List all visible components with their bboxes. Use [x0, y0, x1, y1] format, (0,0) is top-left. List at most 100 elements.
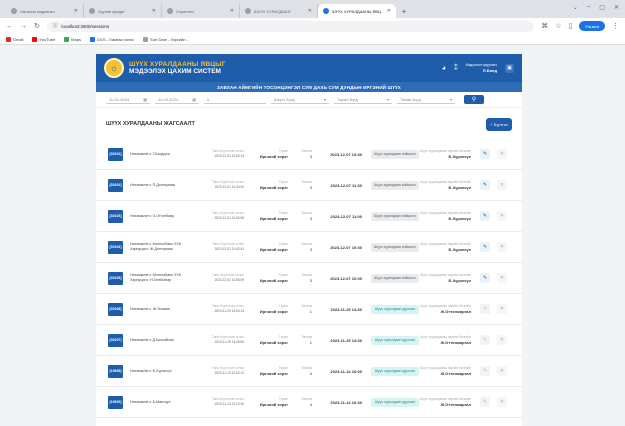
judge-select[interactable]: Шүүгч Бүгд ▾	[271, 95, 329, 104]
edit-icon[interactable]: ✎	[480, 366, 490, 376]
table-row[interactable]: [30107] Нэхэмжлэгч: Д.Батсайхан Таны бүр…	[96, 325, 522, 356]
date-to-input[interactable]: 11-03-2024 ▦	[155, 95, 199, 104]
delete-icon[interactable]: ✕	[497, 366, 507, 376]
delete-icon[interactable]: ✕	[497, 242, 507, 252]
close-icon[interactable]: ✕	[152, 8, 156, 14]
profile-button[interactable]: Paused	[579, 21, 605, 31]
close-icon[interactable]: ✕	[230, 8, 234, 14]
case-id-badge[interactable]: [19928]	[108, 364, 123, 378]
menu-icon[interactable]: ⋮	[612, 22, 619, 30]
status-badge: Шүүх хуралдаан хойшлох	[371, 211, 419, 221]
translate-icon[interactable]: ⌘	[541, 22, 548, 30]
delete-icon[interactable]: ✕	[497, 180, 507, 190]
status-select[interactable]: Төлөв Бүгд ▾	[397, 95, 455, 104]
case-type: Төрөл Иргэний хэрэг	[259, 397, 288, 407]
party-names: Нэхэмжлэгч: Д.Батсайхан	[130, 337, 174, 342]
case-id-badge[interactable]: [30103]	[108, 209, 123, 223]
browser-tab[interactable]: Хуучин кредит ✕	[84, 4, 162, 18]
row-actions: ✎ ✕	[480, 149, 507, 159]
id-search-input[interactable]: #	[204, 95, 266, 104]
bookmark-gmail[interactable]: Gmail	[6, 36, 23, 42]
case-id-badge[interactable]: [30101]	[108, 147, 123, 161]
maximize-icon[interactable]: ▢	[599, 4, 605, 11]
registered-date: Таны бүртгэсэн огноо 2023-12-01 11:34:56	[211, 211, 244, 220]
bookmark-youtube[interactable]: YouTube	[32, 36, 55, 42]
url-text: localhost:3000/sessions	[61, 23, 110, 29]
edit-icon[interactable]: ✎	[480, 180, 490, 190]
edit-icon[interactable]: ✎	[480, 335, 490, 345]
court-logo-icon[interactable]: ☼	[104, 58, 124, 78]
table-row[interactable]: [30106] Нэхэмжлэгч: Ж.Энхжин Таны бүртгэ…	[96, 294, 522, 325]
calendar-icon[interactable]: ▦	[192, 97, 196, 102]
minimize-icon[interactable]: –	[587, 4, 590, 11]
secretary: Шүүх хуралдааны нарийн бичгийн Б.Хүрэлсү…	[420, 149, 471, 159]
table-row[interactable]: [19928] Нэхэмжлэгч: Б.Хүрэлсүх Таны бүрт…	[96, 356, 522, 387]
back-icon[interactable]: ←	[6, 23, 13, 30]
case-id-badge[interactable]: [30105]	[108, 271, 123, 285]
user-info[interactable]: Мэдээлэл оруулагч П.Болд	[466, 63, 497, 73]
case-type: Төрөл Иргэний хэрэг	[259, 211, 288, 221]
close-icon[interactable]: ✕	[74, 8, 78, 14]
case-id-badge[interactable]: [30106]	[108, 302, 123, 316]
edit-icon[interactable]: ✎	[480, 397, 490, 407]
favicon-icon	[89, 8, 95, 14]
row-actions: ✎ ✕	[480, 180, 507, 190]
case-id-badge[interactable]: [30107]	[108, 333, 123, 347]
type-select[interactable]: Төрөл Бүгд ▾	[334, 95, 392, 104]
search-button[interactable]: ⚲	[464, 95, 484, 104]
delete-icon[interactable]: ✕	[497, 397, 507, 407]
registered-date: Таны бүртгэсэн огноо 2023-12-01 11:30:20	[211, 180, 244, 189]
delete-icon[interactable]: ✕	[497, 335, 507, 345]
session-datetime: 2023-11-29 14:30	[330, 306, 362, 312]
youtube-icon	[32, 36, 38, 42]
bookmark-maps[interactable]: Maps	[64, 36, 81, 42]
reload-icon[interactable]: ↻	[34, 22, 40, 30]
chevron-down-icon: ▾	[323, 96, 326, 102]
case-id-badge[interactable]: [30102]	[108, 178, 123, 192]
close-icon[interactable]: ✕	[387, 8, 391, 14]
browser-tab[interactable]: Хэрэглэгч ✕	[162, 4, 240, 18]
table-row[interactable]: [30102] Нэхэмжлэгч: П.Долгормаа Таны бүр…	[96, 170, 522, 201]
case-id-badge[interactable]: [30104]	[108, 240, 123, 254]
status-badge: Шүүх хуралдаан хойшлох	[371, 242, 419, 252]
hall-number: Танхим 3	[301, 242, 312, 252]
edit-icon[interactable]: ✎	[480, 242, 490, 252]
bookmark-sort[interactable]: Sort Date - Хэргийн...	[143, 36, 189, 42]
sidepanel-icon[interactable]: ▯	[569, 22, 573, 30]
secretary: Шүүх хуралдааны нарийн бичгийн Ж.Оттонжа…	[420, 366, 471, 376]
forward-icon[interactable]: →	[20, 23, 27, 30]
row-actions: ✎ ✕	[480, 273, 507, 283]
chevron-down-icon[interactable]: ⌄	[573, 4, 578, 11]
edit-icon[interactable]: ✎	[480, 149, 490, 159]
new-tab-button[interactable]: +	[398, 5, 410, 17]
delete-icon[interactable]: ✕	[497, 273, 507, 283]
browser-tab[interactable]: Чатасын мэдээлэл ✕	[6, 4, 84, 18]
close-window-icon[interactable]: ✕	[614, 4, 619, 11]
browser-tab-active[interactable]: ШҮҮХ ХУРАЛДААНЫ ЯВЦ ✕	[318, 4, 396, 18]
table-row[interactable]: [19929] Нэхэмжлэгч: Б.Мөнхзул Таны бүртг…	[96, 387, 522, 418]
table-row[interactable]: [30103] Нэхэмжлэгч: Ч.Отгонбаяр Таны бүр…	[96, 201, 522, 232]
case-id-badge[interactable]: [19929]	[108, 395, 123, 409]
add-session-button[interactable]: + Бүртгэх	[486, 117, 512, 131]
table-row[interactable]: [30105] Нэхэмжлэгч: Монголбанк ХХК Хариу…	[96, 263, 522, 294]
date-from-input[interactable]: 11-01-2024 ▦	[106, 95, 150, 104]
info-icon[interactable]: ⓘ	[53, 23, 58, 29]
user-menu-icon[interactable]: ▣	[505, 63, 514, 73]
browser-tab[interactable]: ШУУХ ХУРАЛДААН ✕	[240, 4, 318, 18]
bookmark-dgs[interactable]: DGS - Хамгаа хэлэх	[89, 36, 134, 42]
table-row[interactable]: [30104] Нэхэмжлэгч: Монголбанк ХХК Хариу…	[96, 232, 522, 263]
address-bar[interactable]: ⓘ localhost:3000/sessions	[46, 20, 535, 32]
hall-number: Танхим 3	[301, 149, 312, 159]
calendar-icon[interactable]: ▦	[143, 97, 147, 102]
delete-icon[interactable]: ✕	[497, 211, 507, 221]
bell-icon[interactable]: ⁑	[454, 64, 458, 72]
close-icon[interactable]: ✕	[308, 8, 312, 14]
edit-icon[interactable]: ✎	[480, 304, 490, 314]
table-row[interactable]: [30101] Нэхэмжлэгч: Г.Батдорж Таны бүртг…	[96, 139, 522, 170]
delete-icon[interactable]: ✕	[497, 149, 507, 159]
delete-icon[interactable]: ✕	[497, 304, 507, 314]
star-icon[interactable]: ☆	[555, 22, 561, 30]
edit-icon[interactable]: ✎	[480, 273, 490, 283]
edit-icon[interactable]: ✎	[480, 211, 490, 221]
globe-icon[interactable]: ◕	[442, 65, 446, 72]
